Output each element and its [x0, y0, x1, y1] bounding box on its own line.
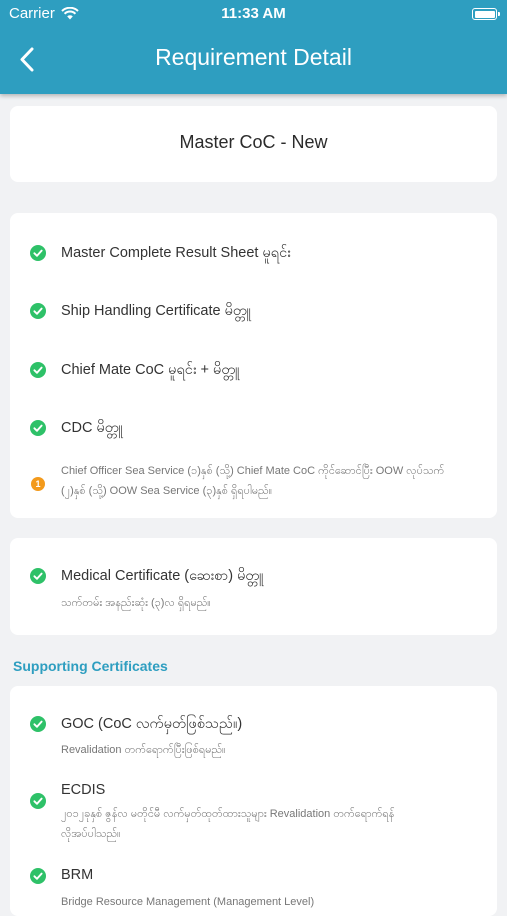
status-time: 11:33 AM	[221, 5, 286, 22]
requirement-item: Master Complete Result Sheet မူရင်း	[61, 245, 291, 261]
requirement-item: Chief Mate CoC မူရင်း + မိတ္တူ	[61, 362, 240, 378]
requirements-card: Master Complete Result Sheet မူရင်း Ship…	[10, 213, 497, 518]
certificate-note: Revalidation တက်ရောက်ပြီးဖြစ်ရမည်။	[61, 744, 226, 756]
certificate-note-line: ၂၀၁၂ခုနှစ် ဇွန်လ မတိုင်မီ လက်မှတ်ထုတ်ထား…	[61, 808, 395, 820]
requirement-note: Chief Officer Sea Service (၁)နှစ် (သို့)…	[61, 461, 486, 501]
section-header: Supporting Certificates	[13, 658, 168, 674]
checkmark-circle-icon	[30, 245, 46, 261]
certificate-item: ECDIS	[61, 782, 106, 798]
certificate-item: BRM	[61, 867, 94, 883]
checkmark-circle-icon	[30, 793, 46, 809]
nav-header: Carrier 11:33 AM Requirement Detail	[0, 0, 507, 94]
checkmark-circle-icon	[30, 568, 46, 584]
certificate-note: Bridge Resource Management (Management L…	[61, 896, 315, 908]
page-title: Requirement Detail	[155, 44, 352, 70]
numbered-badge-icon: 1	[31, 477, 45, 491]
medical-card: Medical Certificate (ဆေးစာ) မိတ္တူ သက်တမ…	[10, 538, 497, 635]
requirement-title-card: Master CoC - New	[10, 106, 497, 182]
requirement-note-line: Chief Officer Sea Service (၁)နှစ် (သို့)…	[61, 465, 445, 477]
status-bar: Carrier 11:33 AM	[0, 0, 507, 28]
certificate-item: GOC (CoC လက်မှတ်ဖြစ်သည်။)	[61, 716, 243, 732]
requirement-item: Ship Handling Certificate မိတ္တူ	[61, 303, 252, 319]
checkmark-circle-icon	[30, 716, 46, 732]
checkmark-circle-icon	[30, 420, 46, 436]
certificate-note: ၂၀၁၂ခုနှစ် ဇွန်လ မတိုင်မီ လက်မှတ်ထုတ်ထား…	[61, 804, 486, 844]
requirement-item: CDC မိတ္တူ	[61, 420, 124, 436]
requirement-note-line: (၂)နှစ် (သို့) OOW Sea Service (၃)နှစ် ရ…	[61, 485, 273, 497]
battery-icon	[472, 8, 500, 20]
certificate-note-line: လိုအပ်ပါသည်။	[61, 828, 121, 840]
requirement-title: Master CoC - New	[179, 132, 328, 152]
checkmark-circle-icon	[30, 362, 46, 378]
medical-certificate-note: သက်တမ်း အနည်းဆုံး (၃)လ ရှိရမည်။	[61, 597, 211, 609]
checkmark-circle-icon	[30, 303, 46, 319]
medical-certificate-label: Medical Certificate (ဆေးစာ) မိတ္တူ	[61, 568, 264, 584]
checkmark-circle-icon	[30, 868, 46, 884]
supporting-certificates-card: GOC (CoC လက်မှတ်ဖြစ်သည်။) Revalidation တ…	[10, 686, 497, 916]
